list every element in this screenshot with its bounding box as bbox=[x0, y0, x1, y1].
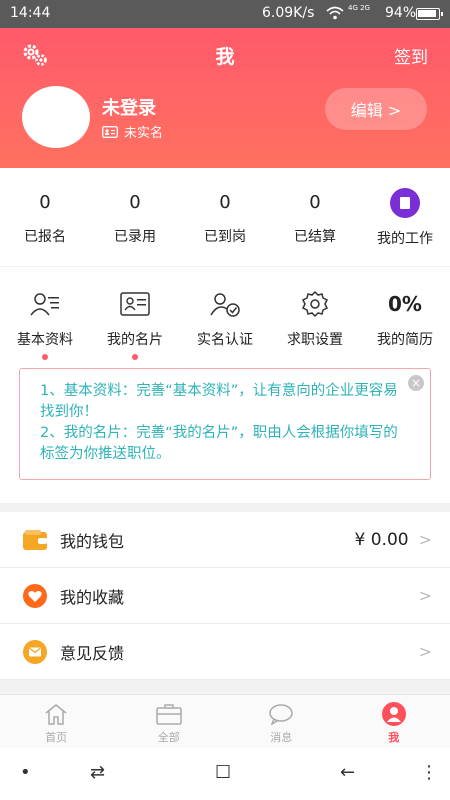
resume-completion: 0% bbox=[388, 292, 422, 316]
tab-label: 消息 bbox=[270, 731, 293, 744]
list-item-feedback[interactable]: 意见反馈 > bbox=[0, 624, 450, 680]
home-icon bbox=[45, 704, 67, 725]
bottom-tab-bar: 首页 全部 消息 我 bbox=[0, 694, 450, 748]
my-work-button[interactable]: 我的工作 bbox=[360, 168, 450, 266]
stat-signed-up[interactable]: 0 已报名 bbox=[0, 168, 90, 266]
notification-dot bbox=[42, 354, 48, 360]
tip-line-1: 1、基本资料：完善“基本资料”，让有意向的企业更容易找到你！ bbox=[40, 383, 398, 420]
my-work-label: 我的工作 bbox=[377, 231, 433, 247]
more-icon[interactable]: ⋮ bbox=[420, 762, 438, 783]
briefcase-icon bbox=[156, 704, 182, 725]
stat-label: 已结算 bbox=[294, 229, 336, 245]
list-item-label: 意见反馈 bbox=[60, 643, 125, 663]
stat-value: 0 bbox=[129, 192, 141, 213]
page-title: 我 bbox=[215, 46, 235, 68]
status-bar: 14:44 6.09K/s 4G 2G 94% bbox=[0, 0, 450, 28]
battery-percent: 94% bbox=[385, 5, 417, 21]
tools-section: 基本资料 我的名片 实名认证 求职设置 0% 我的简历 1、基本资料：完善“基本… bbox=[0, 267, 450, 503]
verify-status-text: 未实名 bbox=[124, 126, 164, 141]
stat-value: 0 bbox=[309, 192, 321, 213]
card-icon bbox=[120, 292, 150, 316]
status-time: 14:44 bbox=[10, 5, 51, 21]
tip-box: 1、基本资料：完善“基本资料”，让有意向的企业更容易找到你！ 2、我的名片：完善… bbox=[19, 368, 431, 480]
chevron-right-icon: > bbox=[418, 530, 432, 549]
settings-icon bbox=[301, 290, 329, 318]
battery-icon bbox=[416, 8, 443, 20]
list-item-label: 我的钱包 bbox=[60, 531, 125, 551]
edit-profile-button[interactable]: 编辑 > bbox=[325, 88, 427, 130]
wallet-icon bbox=[22, 527, 48, 553]
tool-label: 实名认证 bbox=[197, 332, 253, 348]
mail-icon bbox=[22, 639, 48, 665]
stats-row: 0 已报名 0 已录用 0 已到岗 0 已结算 我的工作 bbox=[0, 168, 450, 266]
signal-icon: 4G 2G bbox=[348, 4, 370, 12]
chevron-right-icon: > bbox=[418, 642, 432, 661]
tool-label: 求职设置 bbox=[287, 332, 343, 348]
list-item-wallet[interactable]: 我的钱包 ¥ 0.00 > bbox=[0, 512, 450, 568]
tool-business-card[interactable]: 我的名片 bbox=[90, 267, 180, 367]
menu-dot-icon[interactable]: • bbox=[20, 762, 31, 783]
close-icon[interactable]: × bbox=[408, 375, 424, 391]
system-nav-bar: • ⇄ ☐ ← ⋮ bbox=[0, 748, 450, 800]
menu-list: 我的钱包 ¥ 0.00 > 我的收藏 > 意见反馈 > bbox=[0, 512, 450, 680]
tab-messages[interactable]: 消息 bbox=[225, 695, 338, 748]
tool-basic-info[interactable]: 基本资料 bbox=[0, 267, 90, 367]
signin-button[interactable]: 签到 bbox=[394, 43, 428, 68]
verify-status: 未实名 bbox=[102, 122, 163, 141]
tool-real-name[interactable]: 实名认证 bbox=[180, 267, 270, 367]
chevron-right-icon: > bbox=[418, 586, 432, 605]
stat-settled[interactable]: 0 已结算 bbox=[270, 168, 360, 266]
my-work-icon bbox=[390, 188, 420, 218]
notification-dot bbox=[132, 354, 138, 360]
stat-on-duty[interactable]: 0 已到岗 bbox=[180, 168, 270, 266]
stat-hired[interactable]: 0 已录用 bbox=[90, 168, 180, 266]
tab-all[interactable]: 全部 bbox=[113, 695, 226, 748]
verify-icon bbox=[210, 293, 240, 317]
profile-icon bbox=[30, 293, 59, 316]
stat-value: 0 bbox=[39, 192, 51, 213]
network-speed: 6.09K/s bbox=[262, 5, 315, 21]
tool-resume[interactable]: 0% 我的简历 bbox=[360, 267, 450, 367]
tool-label: 我的简历 bbox=[377, 332, 433, 348]
message-icon bbox=[269, 704, 293, 725]
stat-value: 0 bbox=[219, 192, 231, 213]
stat-label: 已录用 bbox=[114, 229, 156, 245]
tool-job-settings[interactable]: 求职设置 bbox=[270, 267, 360, 367]
home-nav-icon[interactable]: ☐ bbox=[215, 762, 231, 783]
tab-home[interactable]: 首页 bbox=[0, 695, 113, 748]
user-icon bbox=[381, 702, 406, 726]
back-icon[interactable]: ← bbox=[340, 762, 355, 783]
list-item-favorites[interactable]: 我的收藏 > bbox=[0, 568, 450, 624]
profile-header: 我 签到 未登录 未实名 编辑 > bbox=[0, 28, 450, 168]
tool-label: 我的名片 bbox=[107, 332, 163, 348]
tab-me[interactable]: 我 bbox=[338, 695, 450, 748]
list-item-label: 我的收藏 bbox=[60, 587, 125, 607]
tip-line-2: 2、我的名片：完善“我的名片”，职由人会根据你填写的标签为你推送职位。 bbox=[40, 425, 398, 462]
avatar[interactable] bbox=[22, 86, 90, 148]
switch-icon[interactable]: ⇄ bbox=[90, 762, 105, 783]
tab-label: 我 bbox=[388, 731, 400, 744]
stat-label: 已到岗 bbox=[204, 229, 246, 245]
tab-label: 首页 bbox=[45, 731, 68, 744]
tab-label: 全部 bbox=[157, 731, 180, 744]
wallet-balance: ¥ 0.00 bbox=[354, 529, 409, 550]
wifi-icon bbox=[326, 6, 344, 20]
id-card-icon bbox=[102, 125, 118, 138]
tool-label: 基本资料 bbox=[17, 332, 73, 348]
stat-label: 已报名 bbox=[24, 229, 66, 245]
heart-icon bbox=[22, 583, 48, 609]
username[interactable]: 未登录 bbox=[102, 94, 156, 120]
